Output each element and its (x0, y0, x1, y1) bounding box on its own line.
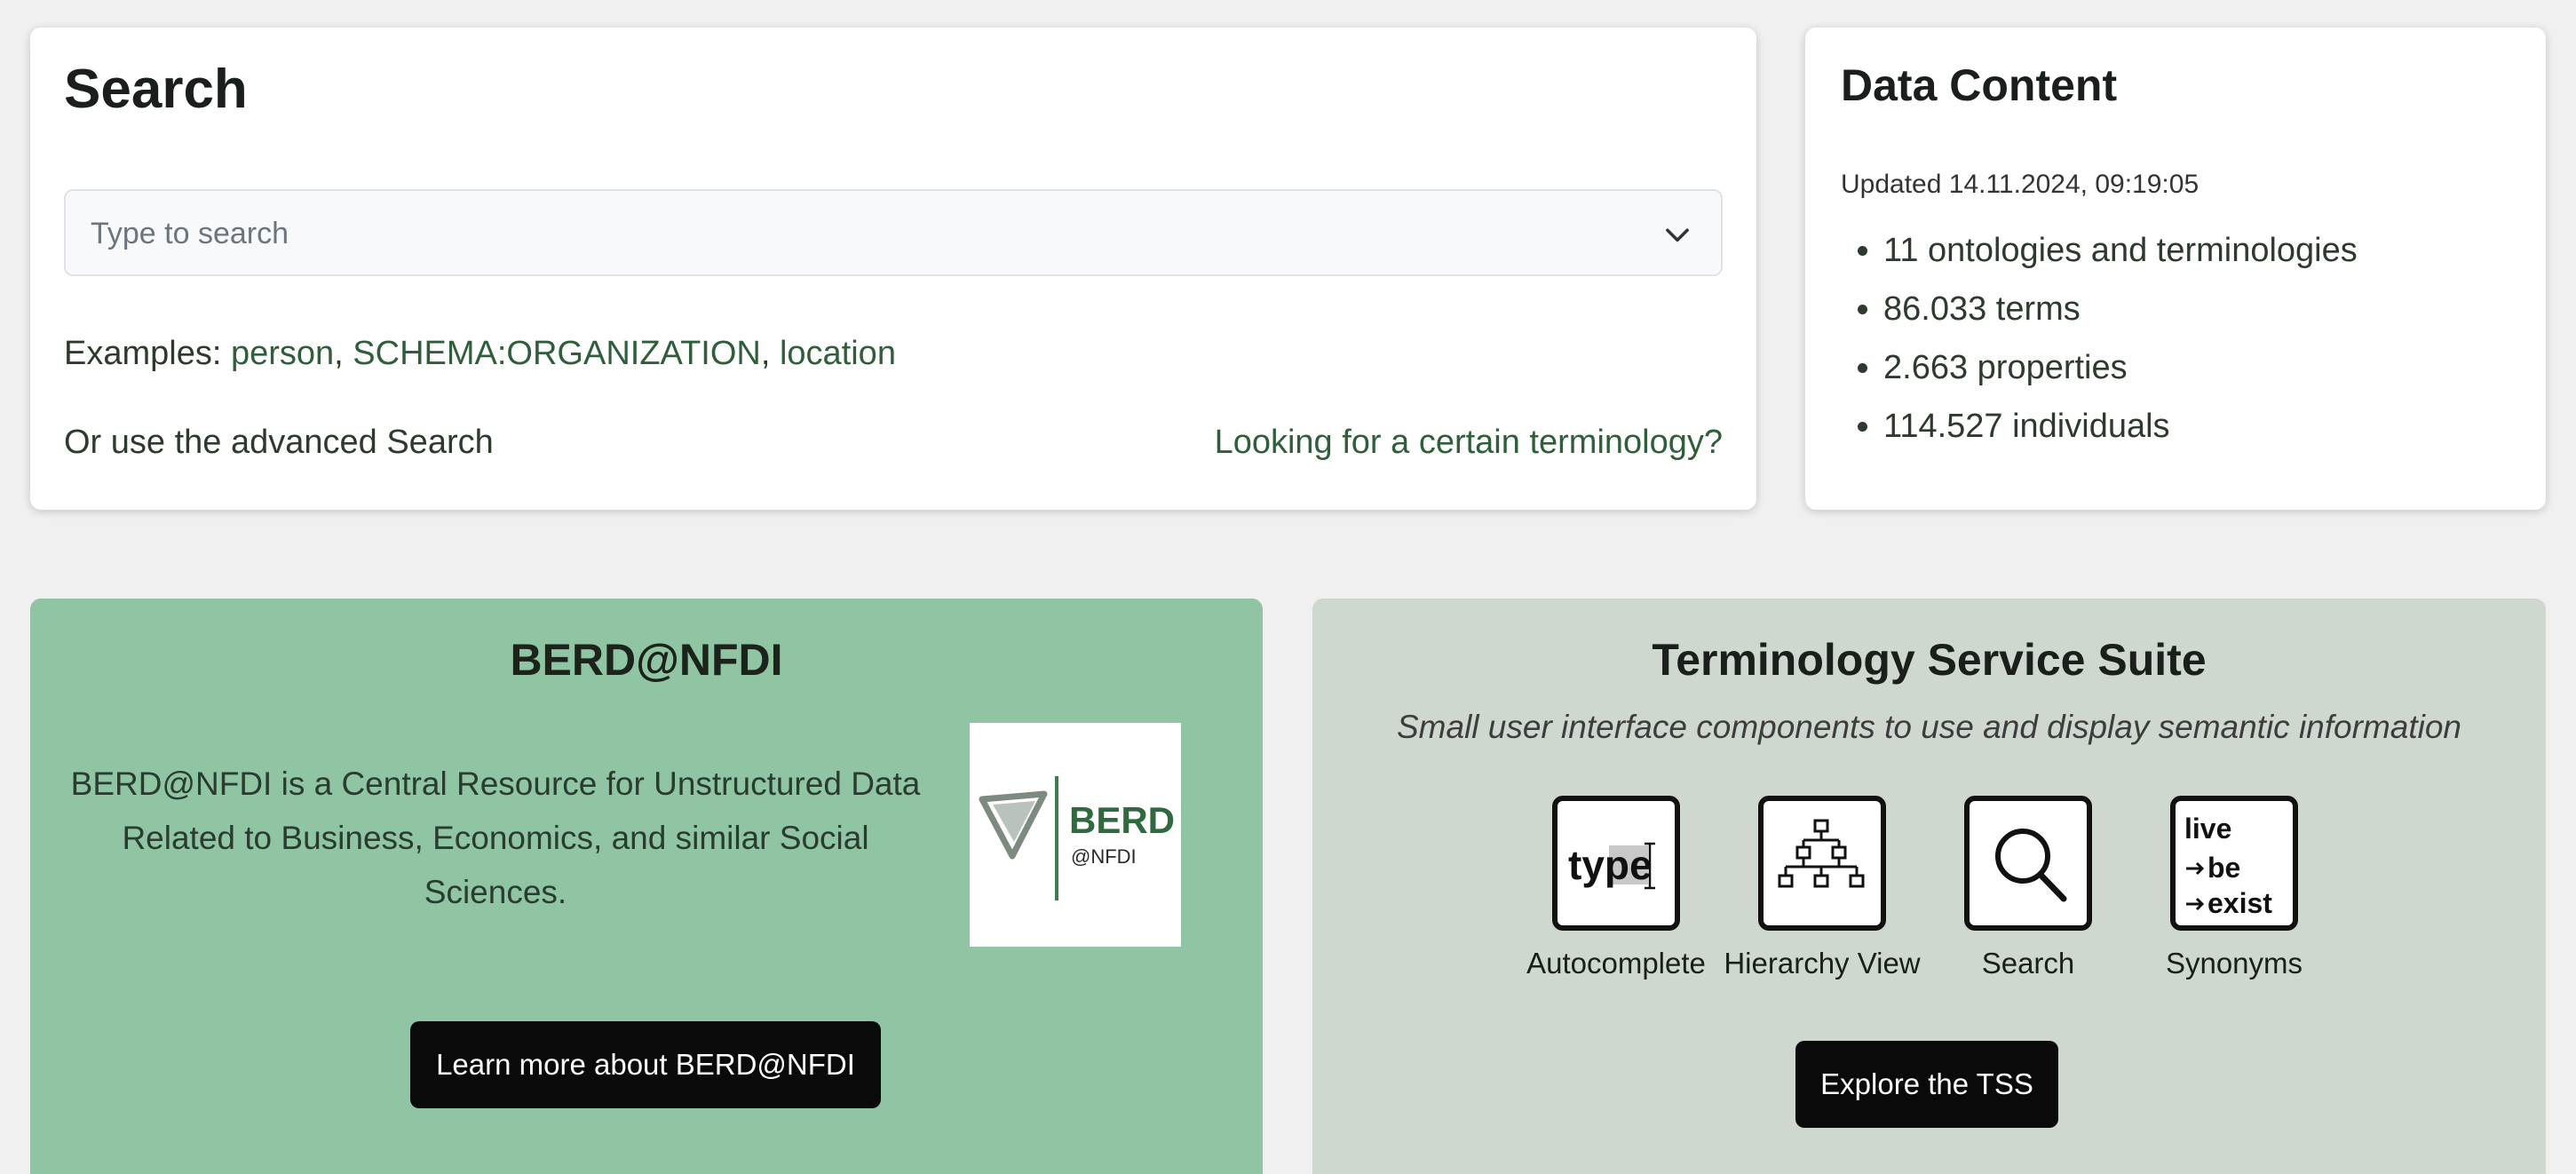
search-icon (1964, 796, 2092, 931)
data-content-card: Data Content Updated 14.11.2024, 09:19:0… (1805, 28, 2546, 510)
examples-prefix: Examples: (64, 335, 231, 372)
stat-properties: 2.663 properties (1883, 338, 2358, 397)
feature-label: Search (1981, 947, 2075, 980)
example-link-location[interactable]: location (780, 335, 896, 372)
synonyms-line-2: be (2207, 852, 2240, 884)
search-input[interactable] (89, 191, 1602, 276)
logo-text-main: BERD (1069, 799, 1175, 841)
feature-label: Synonyms (2165, 947, 2303, 980)
terminology-link[interactable]: Looking for a certain terminology? (1215, 424, 1723, 462)
explore-tss-button[interactable]: Explore the TSS (1795, 1041, 2058, 1128)
synonyms-icon: live be exist (2170, 796, 2298, 931)
berd-card: BERD@NFDI BERD@NFDI is a Central Resourc… (30, 599, 1263, 1174)
tss-card: Terminology Service Suite Small user int… (1312, 599, 2546, 1174)
autocomplete-icon: type (1552, 796, 1680, 931)
updated-timestamp: Updated 14.11.2024, 09:19:05 (1841, 170, 2200, 199)
berd-description: BERD@NFDI is a Central Resource for Unst… (70, 765, 921, 910)
tss-title: Terminology Service Suite (1652, 635, 2207, 685)
berd-title: BERD@NFDI (510, 635, 783, 685)
stat-terms: 86.033 terms (1883, 280, 2358, 338)
chevron-down-icon[interactable] (1661, 218, 1694, 251)
learn-more-berd-button[interactable]: Learn more about BERD@NFDI (410, 1021, 881, 1108)
feature-autocomplete[interactable]: type Autocomplete (1510, 796, 1723, 980)
logo-text-sub: @NFDI (1071, 845, 1137, 868)
search-card: Search Examples: person, SCHEMA:ORGANIZA… (30, 28, 1756, 510)
autocomplete-icon-text: type (1568, 842, 1653, 888)
synonyms-line-1: live (2184, 813, 2231, 845)
berd-logo-mark-icon (979, 790, 1048, 860)
stat-individuals: 114.527 individuals (1883, 397, 2358, 456)
advanced-search-link[interactable]: Or use the advanced Search (64, 424, 494, 462)
search-box[interactable] (64, 189, 1723, 276)
stat-ontologies: 11 ontologies and terminologies (1883, 221, 2358, 280)
example-link-schema-organization[interactable]: SCHEMA:ORGANIZATION (353, 335, 761, 372)
feature-synonyms[interactable]: live be exist Synonyms (2128, 796, 2341, 980)
examples-separator: , (760, 335, 780, 372)
feature-label: Autocomplete (1526, 947, 1706, 980)
examples-separator: , (334, 335, 353, 372)
stats-list: 11 ontologies and terminologies 86.033 t… (1841, 221, 2358, 456)
examples-line: Examples: person, SCHEMA:ORGANIZATION, l… (64, 335, 896, 373)
feature-hierarchy-view[interactable]: Hierarchy View (1716, 796, 1929, 980)
tss-subtitle: Small user interface components to use a… (1397, 709, 2461, 745)
feature-search[interactable]: Search (1922, 796, 2135, 980)
logo-divider (1055, 776, 1058, 900)
example-link-person[interactable]: person (231, 335, 334, 372)
berd-logo: BERD @NFDI (970, 723, 1181, 947)
data-content-title: Data Content (1841, 60, 2118, 110)
hierarchy-icon (1758, 796, 1886, 931)
feature-label: Hierarchy View (1724, 947, 1921, 980)
synonyms-line-3: exist (2207, 887, 2272, 919)
search-title: Search (64, 59, 248, 120)
